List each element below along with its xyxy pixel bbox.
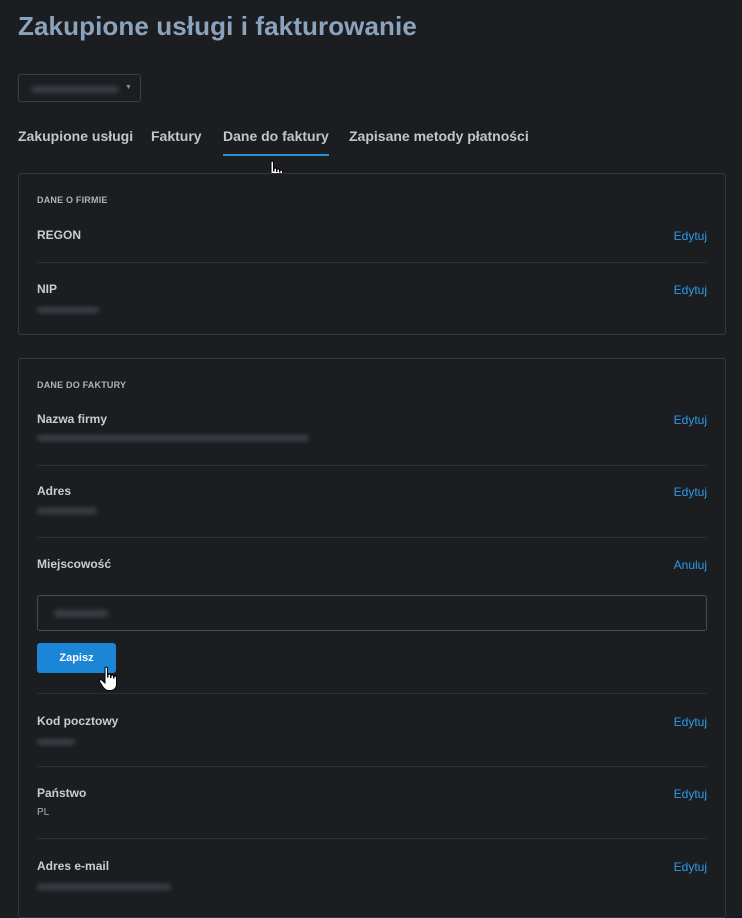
address-label: Adres (37, 484, 72, 498)
divider (37, 262, 707, 263)
account-select[interactable]: ▼ (18, 74, 141, 102)
nip-value (37, 307, 99, 313)
tab-purchased-services[interactable]: Zakupione usługi (18, 126, 133, 146)
divider (37, 766, 707, 767)
divider (37, 465, 707, 466)
regon-edit-link[interactable]: Edytuj (674, 229, 707, 243)
divider (37, 838, 707, 839)
email-edit-link[interactable]: Edytuj (674, 860, 707, 874)
postal-code-value (37, 739, 75, 745)
tab-billing-data[interactable]: Dane do faktury (223, 126, 329, 156)
divider (37, 537, 707, 538)
billing-data-card: DANE DO FAKTURY Nazwa firmy Edytuj Adres… (18, 358, 726, 918)
hand-pointer-icon (98, 666, 117, 691)
email-value (37, 884, 171, 890)
country-value: PL (37, 807, 50, 818)
address-value (37, 508, 97, 514)
chevron-down-icon: ▼ (125, 84, 132, 91)
postal-code-label: Kod pocztowy (37, 714, 119, 728)
city-input[interactable] (37, 595, 707, 631)
city-input-value (54, 610, 108, 617)
tab-saved-payment-methods[interactable]: Zapisane metody płatności (349, 126, 529, 146)
city-cancel-link[interactable]: Anuluj (674, 558, 707, 572)
regon-label: REGON (37, 228, 82, 242)
page-title: Zakupione usługi i fakturowanie (18, 11, 417, 41)
section-title: DANE DO FAKTURY (37, 380, 127, 390)
company-data-card: DANE O FIRMIE REGON Edytuj NIP Edytuj (18, 173, 726, 335)
city-label: Miejscowość (37, 557, 112, 571)
divider (37, 693, 707, 694)
company-name-edit-link[interactable]: Edytuj (674, 413, 707, 427)
tab-invoices[interactable]: Faktury (151, 126, 202, 146)
postal-code-edit-link[interactable]: Edytuj (674, 715, 707, 729)
company-name-label: Nazwa firmy (37, 412, 108, 426)
company-name-value (37, 435, 309, 441)
country-edit-link[interactable]: Edytuj (674, 787, 707, 801)
email-label: Adres e-mail (37, 859, 110, 873)
address-edit-link[interactable]: Edytuj (674, 485, 707, 499)
section-title: DANE O FIRMIE (37, 195, 108, 205)
nip-edit-link[interactable]: Edytuj (674, 283, 707, 297)
nip-label: NIP (37, 282, 58, 296)
country-label: Państwo (37, 786, 87, 800)
account-select-value (31, 86, 119, 93)
